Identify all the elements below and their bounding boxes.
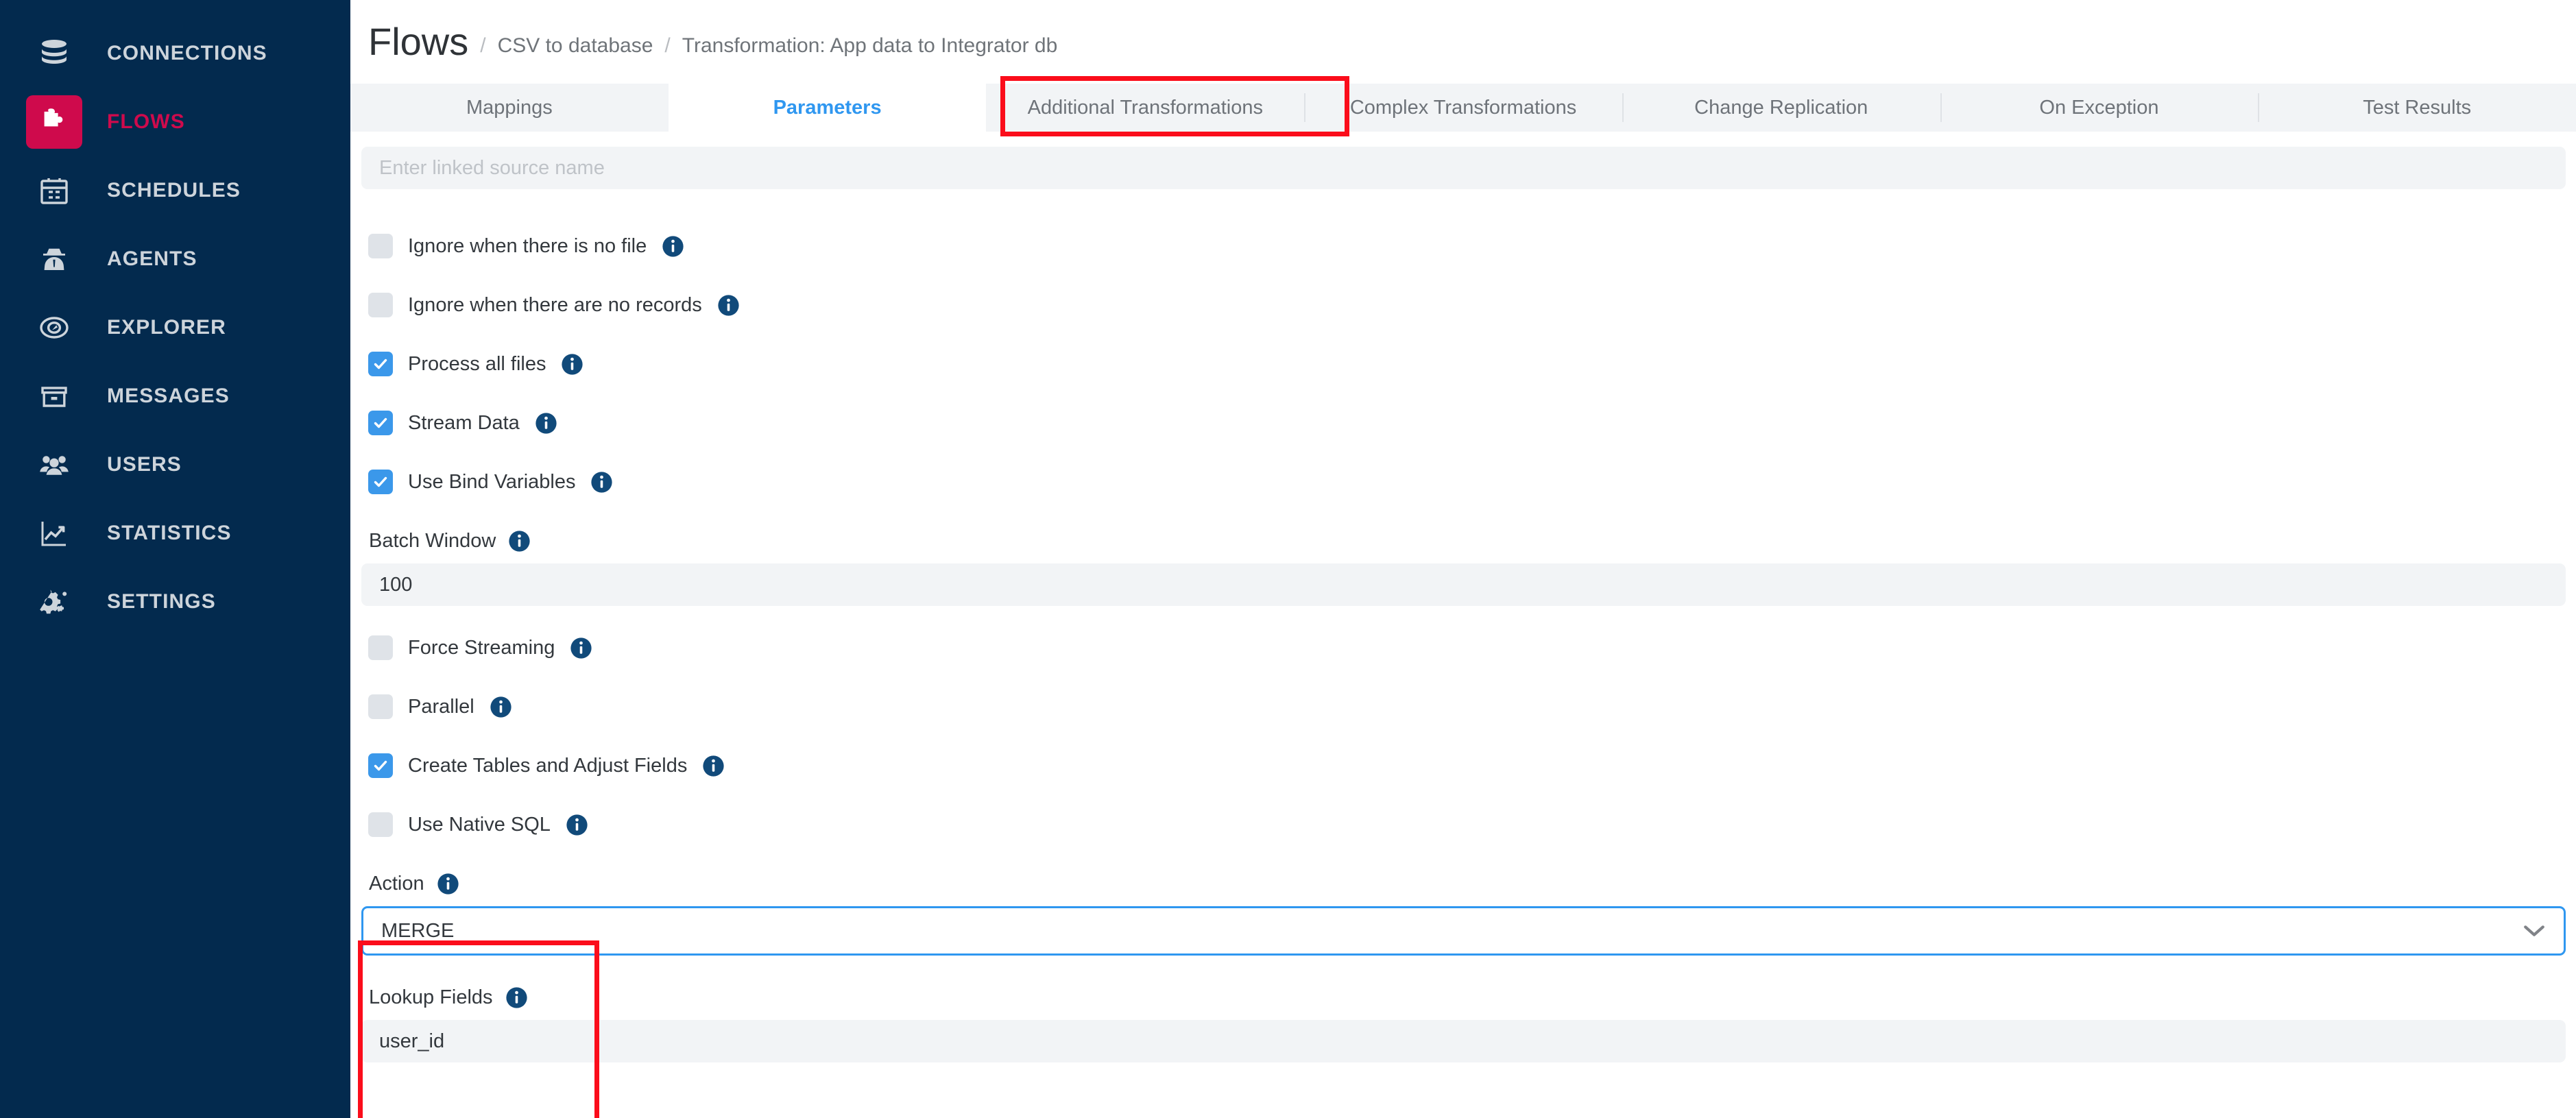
chevron-down-icon[interactable] [2523, 924, 2546, 938]
info-icon-ignore-no-records[interactable] [717, 294, 740, 317]
main-content: Flows / CSV to database / Transformation… [350, 0, 2576, 1118]
lookup-fields-input[interactable]: user_id [361, 1020, 2566, 1062]
sidebar-label-users: USERS [107, 453, 182, 476]
tab-on-exception[interactable]: On Exception [1940, 84, 2259, 132]
puzzle-icon [26, 95, 82, 149]
checkbox-use-native-sql[interactable] [368, 812, 393, 837]
checkbox-label-process-all-files: Process all files [408, 353, 546, 376]
breadcrumb-separator-1: / [480, 34, 485, 58]
calendar-icon [26, 164, 82, 217]
checkbox-row-process-all-files[interactable]: Process all files [361, 347, 2566, 381]
sidebar-item-messages[interactable]: MESSAGES [0, 362, 350, 430]
gears-icon [26, 575, 82, 629]
sidebar-label-explorer: EXPLORER [107, 316, 226, 339]
tab-bar: Mappings Parameters Additional Transform… [350, 84, 2576, 132]
info-icon-use-bind-variables[interactable] [590, 471, 613, 494]
checkbox-label-use-native-sql: Use Native SQL [408, 814, 551, 836]
page-title: Flows [368, 23, 468, 61]
checkbox-label-parallel: Parallel [408, 696, 474, 718]
info-icon-use-native-sql[interactable] [566, 814, 588, 836]
checkbox-label-force-streaming: Force Streaming [408, 637, 555, 659]
tab-test-results[interactable]: Test Results [2258, 84, 2576, 132]
sidebar-label-flows: FLOWS [107, 110, 185, 134]
lookup-fields-input-wrap: user_id [361, 1020, 2566, 1062]
sidebar: CONNECTIONS FLOWS SCHEDULES [0, 0, 350, 1118]
breadcrumb-item-flow[interactable]: CSV to database [498, 34, 653, 58]
sidebar-label-statistics: STATISTICS [107, 522, 232, 545]
users-icon [26, 438, 82, 491]
compass-icon [26, 301, 82, 354]
batch-window-input[interactable]: 100 [361, 563, 2566, 606]
checkbox-label-use-bind-variables: Use Bind Variables [408, 471, 575, 494]
info-icon-force-streaming[interactable] [570, 637, 592, 659]
sidebar-item-schedules[interactable]: SCHEDULES [0, 156, 350, 225]
checkbox-row-ignore-no-records[interactable]: Ignore when there are no records [361, 288, 2566, 322]
checkbox-label-ignore-no-records: Ignore when there are no records [408, 294, 702, 317]
action-label-row: Action [361, 869, 2566, 898]
action-select-value: MERGE [381, 920, 454, 943]
inbox-icon [26, 369, 82, 423]
action-label: Action [369, 873, 424, 895]
sidebar-item-explorer[interactable]: EXPLORER [0, 293, 350, 362]
checkbox-row-ignore-no-file[interactable]: Ignore when there is no file [361, 229, 2566, 263]
action-select-wrap: MERGE [361, 906, 2566, 956]
lookup-fields-label: Lookup Fields [369, 986, 493, 1009]
checkbox-row-stream-data[interactable]: Stream Data [361, 406, 2566, 440]
sidebar-label-schedules: SCHEDULES [107, 179, 241, 202]
checkbox-row-use-bind-variables[interactable]: Use Bind Variables [361, 465, 2566, 499]
checkbox-ignore-no-file[interactable] [368, 234, 393, 258]
checkbox-parallel[interactable] [368, 694, 393, 719]
tab-complex-transformations[interactable]: Complex Transformations [1304, 84, 1622, 132]
sidebar-item-users[interactable]: USERS [0, 430, 350, 499]
action-select[interactable]: MERGE [361, 906, 2566, 956]
info-icon-ignore-no-file[interactable] [662, 235, 684, 258]
sidebar-label-settings: SETTINGS [107, 590, 216, 613]
tab-additional-transformations[interactable]: Additional Transformations [986, 84, 1304, 132]
info-icon-lookup-fields[interactable] [505, 986, 528, 1009]
breadcrumb: Flows / CSV to database / Transformation… [350, 0, 2576, 84]
info-icon-process-all-files[interactable] [561, 353, 583, 376]
sidebar-item-settings[interactable]: SETTINGS [0, 568, 350, 636]
checkbox-use-bind-variables[interactable] [368, 470, 393, 494]
sidebar-item-statistics[interactable]: STATISTICS [0, 499, 350, 568]
breadcrumb-separator-2: / [664, 34, 670, 58]
sidebar-label-agents: AGENTS [107, 247, 197, 271]
tab-change-replication[interactable]: Change Replication [1622, 84, 1940, 132]
checkbox-label-ignore-no-file: Ignore when there is no file [408, 235, 647, 258]
batch-window-input-wrap: 100 [361, 563, 2566, 606]
info-icon-create-tables[interactable] [702, 755, 725, 777]
agent-icon [26, 232, 82, 286]
parameters-form: Enter linked source name Ignore when the… [350, 132, 2576, 1062]
database-icon [26, 27, 82, 80]
tab-parameters[interactable]: Parameters [669, 84, 987, 132]
checkbox-label-create-tables-and-adjust-fields: Create Tables and Adjust Fields [408, 755, 687, 777]
sidebar-label-connections: CONNECTIONS [107, 42, 267, 65]
lookup-fields-label-row: Lookup Fields [361, 983, 2566, 1012]
checkbox-row-force-streaming[interactable]: Force Streaming [361, 631, 2566, 665]
checkbox-process-all-files[interactable] [368, 352, 393, 376]
checkbox-ignore-no-records[interactable] [368, 293, 393, 317]
app-root: CONNECTIONS FLOWS SCHEDULES [0, 0, 2576, 1118]
batch-window-label: Batch Window [369, 530, 496, 552]
sidebar-item-agents[interactable]: AGENTS [0, 225, 350, 293]
tab-mappings[interactable]: Mappings [350, 84, 669, 132]
info-icon-parallel[interactable] [490, 696, 512, 718]
linked-source-name-input[interactable]: Enter linked source name [361, 147, 2566, 189]
checkbox-row-use-native-sql[interactable]: Use Native SQL [361, 807, 2566, 842]
sidebar-item-flows[interactable]: FLOWS [0, 88, 350, 156]
checkbox-row-parallel[interactable]: Parallel [361, 690, 2566, 724]
info-icon-batch-window[interactable] [508, 530, 531, 552]
sidebar-item-connections[interactable]: CONNECTIONS [0, 19, 350, 88]
chart-icon [26, 507, 82, 560]
info-icon-stream-data[interactable] [535, 412, 557, 435]
checkbox-row-create-tables[interactable]: Create Tables and Adjust Fields [361, 749, 2566, 783]
checkbox-label-stream-data: Stream Data [408, 412, 520, 435]
checkbox-stream-data[interactable] [368, 411, 393, 435]
batch-window-label-row: Batch Window [361, 526, 2566, 555]
checkbox-create-tables-and-adjust-fields[interactable] [368, 753, 393, 778]
checkbox-force-streaming[interactable] [368, 635, 393, 660]
breadcrumb-item-transformation[interactable]: Transformation: App data to Integrator d… [682, 34, 1058, 58]
info-icon-action[interactable] [437, 873, 459, 895]
sidebar-label-messages: MESSAGES [107, 385, 230, 408]
